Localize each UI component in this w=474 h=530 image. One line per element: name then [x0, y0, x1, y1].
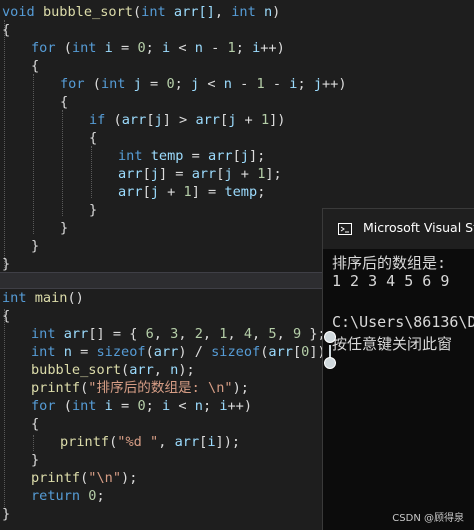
console-line: C:\Users\86136\De: [332, 313, 474, 331]
selection-handle[interactable]: [324, 357, 336, 369]
code-line: {: [60, 94, 69, 110]
code-line: int n = sizeof(arr) / sizeof(arr[0]);: [31, 344, 334, 360]
code-line: }: [60, 220, 69, 236]
code-line: }: [31, 452, 40, 468]
code-line: }: [2, 256, 11, 272]
indent-guide: [4, 20, 5, 268]
code-line: int temp = arr[j];: [118, 148, 266, 164]
code-line: {: [2, 308, 11, 324]
code-line: printf("%d ", arr[i]);: [60, 434, 241, 450]
code-line: void bubble_sort(int arr[], int n): [2, 4, 281, 20]
watermark: CSDN @顾得泉: [392, 513, 464, 524]
code-line: bubble_sort(arr, n);: [31, 362, 195, 378]
code-line: }: [31, 238, 40, 254]
code-line: int main(): [2, 290, 84, 306]
console-output[interactable]: 排序后的数组是: 1 2 3 4 5 6 9 C:\Users\86136\De…: [323, 249, 474, 530]
code-line: arr[j] = arr[j + 1];: [118, 166, 282, 182]
indent-guide: [33, 435, 34, 451]
code-line: arr[j + 1] = temp;: [118, 184, 266, 200]
code-line: }: [2, 506, 11, 522]
indent-guide: [33, 74, 34, 234]
indent-guide: [62, 110, 63, 216]
console-window[interactable]: Microsoft Visual Studi 排序后的数组是: 1 2 3 4 …: [322, 208, 474, 530]
code-line: {: [2, 22, 11, 38]
code-line: return 0;: [31, 488, 105, 504]
code-line: printf("排序后的数组是: \n");: [31, 380, 249, 396]
code-line: }: [89, 202, 98, 218]
indent-guide: [91, 146, 92, 198]
code-line: {: [89, 130, 98, 146]
code-line: printf("\n");: [31, 470, 138, 486]
code-line: int arr[] = { 6, 3, 2, 1, 4, 5, 9 };: [31, 326, 326, 342]
indent-guide: [4, 309, 5, 509]
code-line: {: [31, 58, 40, 74]
console-line: 按任意键关闭此窗: [332, 335, 453, 353]
console-title: Microsoft Visual Studi: [363, 220, 474, 235]
code-line: if (arr[j] > arr[j + 1]): [89, 112, 286, 128]
selection-handle[interactable]: [324, 331, 336, 343]
console-line: 1 2 3 4 5 6 9: [332, 272, 450, 290]
code-line: for (int i = 0; i < n; i++): [31, 398, 253, 414]
terminal-icon: [338, 223, 352, 235]
console-line: 排序后的数组是:: [332, 254, 447, 272]
code-line: for (int j = 0; j < n - 1 - i; j++): [60, 76, 347, 92]
code-line: {: [31, 416, 40, 432]
code-line: for (int i = 0; i < n - 1; i++): [31, 40, 285, 56]
console-titlebar[interactable]: Microsoft Visual Studi: [323, 209, 474, 249]
